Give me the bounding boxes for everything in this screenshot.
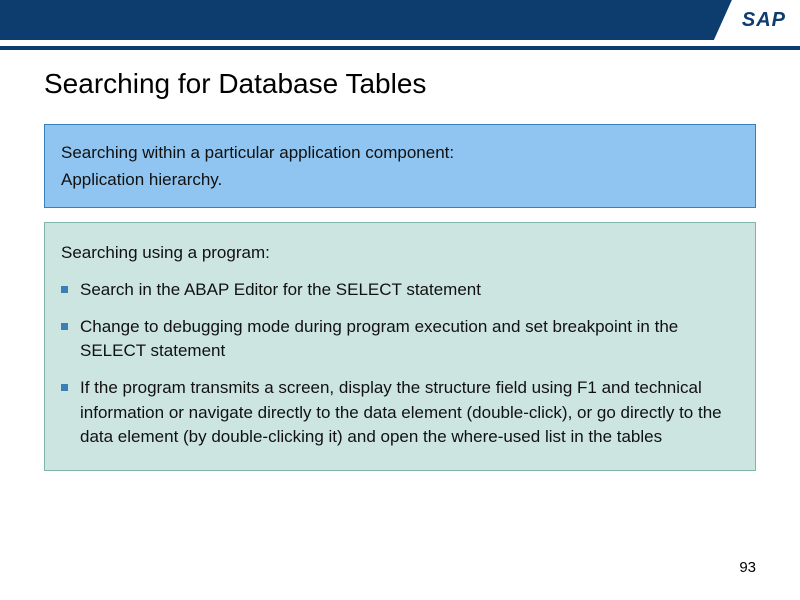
logo-text: SAP bbox=[742, 9, 786, 32]
list-item: Change to debugging mode during program … bbox=[61, 315, 739, 364]
slide-title: Searching for Database Tables bbox=[44, 68, 756, 100]
bullet-icon bbox=[61, 323, 68, 330]
box1-line2: Application hierarchy. bbox=[61, 166, 739, 193]
bullet-text: Change to debugging mode during program … bbox=[80, 315, 739, 364]
bullet-icon bbox=[61, 384, 68, 391]
list-item: Search in the ABAP Editor for the SELECT… bbox=[61, 278, 739, 303]
list-item: If the program transmits a screen, displ… bbox=[61, 376, 739, 450]
bullet-text: Search in the ABAP Editor for the SELECT… bbox=[80, 278, 481, 303]
box1-line1: Searching within a particular applicatio… bbox=[61, 139, 739, 166]
slide-content: Searching for Database Tables Searching … bbox=[0, 50, 800, 471]
sap-logo: SAP bbox=[714, 0, 800, 40]
header-bar: SAP bbox=[0, 0, 800, 40]
box2-heading: Searching using a program: bbox=[61, 241, 739, 266]
info-box-program-search: Searching using a program: Search in the… bbox=[44, 222, 756, 470]
bullet-icon bbox=[61, 286, 68, 293]
page-number: 93 bbox=[739, 559, 756, 576]
logo-container: SAP bbox=[714, 0, 800, 40]
info-box-application-component: Searching within a particular applicatio… bbox=[44, 124, 756, 208]
bullet-text: If the program transmits a screen, displ… bbox=[80, 376, 739, 450]
